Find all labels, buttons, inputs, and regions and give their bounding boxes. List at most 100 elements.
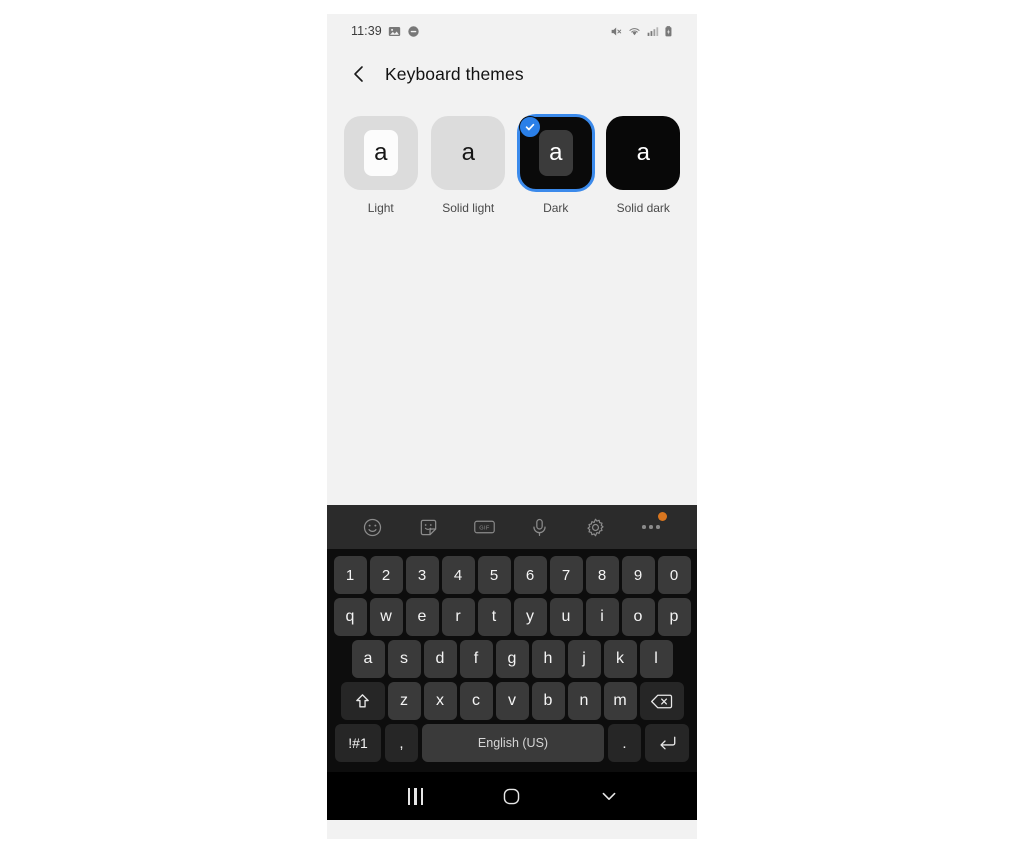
status-bar: 11:39 <box>327 14 697 48</box>
signal-icon <box>647 26 659 36</box>
home-button[interactable] <box>492 776 532 816</box>
recents-button[interactable] <box>395 776 435 816</box>
key-v[interactable]: v <box>495 682 529 720</box>
microphone-button[interactable] <box>525 512 555 542</box>
key-d[interactable]: d <box>423 640 457 678</box>
key-1[interactable]: 1 <box>333 556 367 594</box>
settings-gear-icon <box>587 518 604 536</box>
enter-arrow-icon <box>659 736 675 749</box>
shift-key[interactable] <box>340 682 385 720</box>
emoji-icon <box>364 518 382 536</box>
empty-content-area <box>327 215 697 505</box>
space-key[interactable]: English (US) <box>422 724 604 762</box>
key-0[interactable]: 0 <box>657 556 691 594</box>
chevron-down-icon <box>602 792 616 800</box>
keyboard-row-bottom: z x c v b n m <box>331 682 693 720</box>
more-options-icon <box>642 525 660 529</box>
more-options-button[interactable] <box>636 512 668 542</box>
key-7[interactable]: 7 <box>549 556 583 594</box>
recents-icon <box>407 787 423 805</box>
keyboard-row-spacebar: !#1 , English (US) . <box>331 724 693 762</box>
keyboard-toolbar: GIF <box>327 505 697 549</box>
back-button[interactable] <box>349 64 369 84</box>
key-y[interactable]: y <box>513 598 547 636</box>
keyboard-row-numbers: 1 2 3 4 5 6 7 8 9 0 <box>331 556 693 594</box>
microphone-icon <box>533 518 546 536</box>
symbols-key[interactable]: !#1 <box>335 724 381 762</box>
key-i[interactable]: i <box>585 598 619 636</box>
key-h[interactable]: h <box>531 640 565 678</box>
comma-key[interactable]: , <box>385 724 418 762</box>
sticker-icon <box>420 519 437 535</box>
status-bar-left: 11:39 <box>351 14 420 48</box>
keyboard-row-home: a s d f g h j k l <box>331 640 693 678</box>
key-w[interactable]: w <box>369 598 403 636</box>
chevron-left-icon <box>354 66 363 82</box>
theme-option-solid-dark[interactable]: a Solid dark <box>600 114 688 215</box>
key-x[interactable]: x <box>423 682 457 720</box>
period-key[interactable]: . <box>608 724 641 762</box>
key-r[interactable]: r <box>441 598 475 636</box>
emoji-button[interactable] <box>358 512 388 542</box>
key-2[interactable]: 2 <box>369 556 403 594</box>
key-l[interactable]: l <box>639 640 673 678</box>
wifi-icon <box>629 27 640 35</box>
enter-key[interactable] <box>645 724 689 762</box>
key-g[interactable]: g <box>495 640 529 678</box>
dnd-icon <box>408 25 419 37</box>
screenshot-canvas: 11:39 Keyboard themes a Light a Solid li… <box>0 0 1024 853</box>
key-5[interactable]: 5 <box>477 556 511 594</box>
key-k[interactable]: k <box>603 640 637 678</box>
theme-grid: a Light a Solid light a Dark a Solid dar… <box>327 100 697 215</box>
key-s[interactable]: s <box>387 640 421 678</box>
key-8[interactable]: 8 <box>585 556 619 594</box>
theme-label-solid-light: Solid light <box>442 201 495 215</box>
preview-keycap: a <box>363 130 398 176</box>
status-bar-right <box>610 14 675 48</box>
image-icon <box>388 26 401 36</box>
key-q[interactable]: q <box>333 598 367 636</box>
key-j[interactable]: j <box>567 640 601 678</box>
theme-label-light: Light <box>367 201 394 215</box>
theme-option-solid-light[interactable]: a Solid light <box>425 114 513 215</box>
settings-button[interactable] <box>580 512 610 542</box>
theme-preview-solid-dark: a <box>604 114 682 192</box>
backspace-icon <box>651 694 673 708</box>
key-a[interactable]: a <box>351 640 385 678</box>
key-f[interactable]: f <box>459 640 493 678</box>
theme-label-dark: Dark <box>543 201 569 215</box>
shift-arrow-icon <box>356 693 369 707</box>
preview-letter: a <box>549 139 563 166</box>
key-6[interactable]: 6 <box>513 556 547 594</box>
key-n[interactable]: n <box>567 682 601 720</box>
theme-tile-solid-light: a <box>431 116 506 190</box>
theme-option-dark[interactable]: a Dark <box>512 114 600 215</box>
key-m[interactable]: m <box>603 682 637 720</box>
notification-badge <box>658 512 668 521</box>
preview-letter: a <box>636 139 650 166</box>
key-t[interactable]: t <box>477 598 511 636</box>
key-3[interactable]: 3 <box>405 556 439 594</box>
sticker-button[interactable] <box>413 512 443 542</box>
theme-tile-dark: a <box>516 114 595 192</box>
key-z[interactable]: z <box>387 682 421 720</box>
page-title: Keyboard themes <box>385 63 524 84</box>
hide-keyboard-button[interactable] <box>589 776 629 816</box>
theme-option-light[interactable]: a Light <box>337 114 425 215</box>
key-p[interactable]: p <box>657 598 691 636</box>
key-o[interactable]: o <box>621 598 655 636</box>
key-e[interactable]: e <box>405 598 439 636</box>
key-9[interactable]: 9 <box>621 556 655 594</box>
key-c[interactable]: c <box>459 682 493 720</box>
theme-preview-solid-light: a <box>429 114 507 192</box>
app-bar: Keyboard themes <box>327 48 697 100</box>
gif-button[interactable]: GIF <box>469 512 499 542</box>
key-b[interactable]: b <box>531 682 565 720</box>
theme-preview-light: a <box>342 114 420 192</box>
preview-letter: a <box>461 139 475 166</box>
key-4[interactable]: 4 <box>441 556 475 594</box>
preview-letter: a <box>374 139 388 166</box>
backspace-key[interactable] <box>639 682 684 720</box>
battery-icon <box>665 25 672 36</box>
key-u[interactable]: u <box>549 598 583 636</box>
